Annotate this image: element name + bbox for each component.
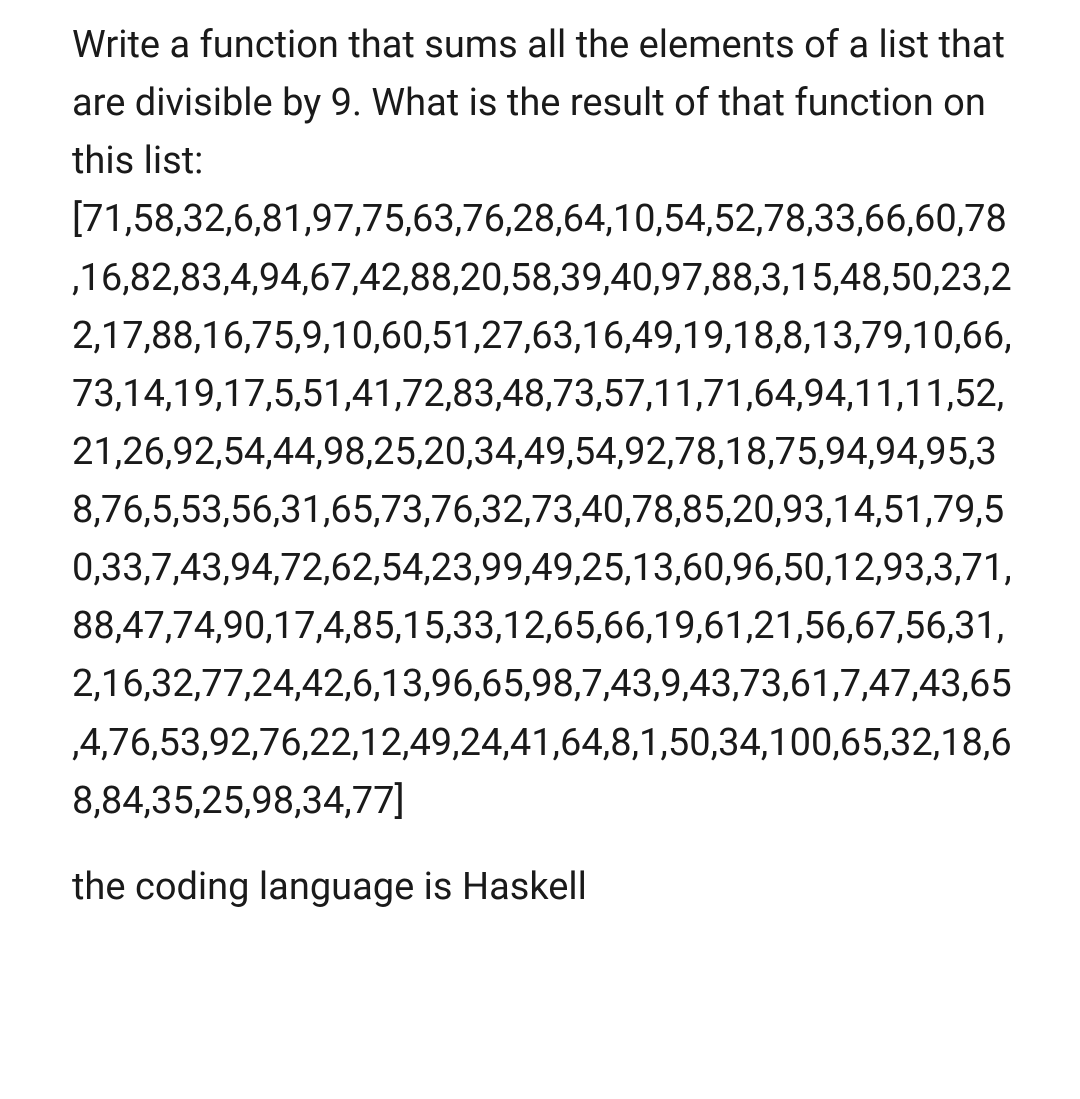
- language-note: the coding language is Haskell: [72, 858, 1012, 916]
- question-content: Write a function that sums all the eleme…: [72, 16, 1012, 916]
- question-prompt: Write a function that sums all the eleme…: [72, 16, 1012, 830]
